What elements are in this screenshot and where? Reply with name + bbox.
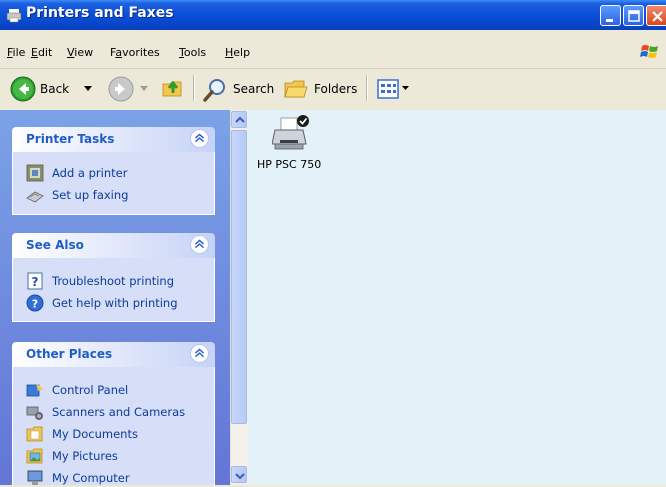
printers-content-area[interactable]: HP PSC 750 xyxy=(248,110,666,485)
close-icon xyxy=(652,11,663,22)
minimize-button[interactable] xyxy=(600,5,621,26)
views-dropdown-icon[interactable] xyxy=(402,86,409,91)
maximize-button[interactable] xyxy=(623,5,644,26)
forward-arrow-icon[interactable] xyxy=(108,76,134,102)
svg-text:?: ? xyxy=(32,298,38,311)
menu-file[interactable]: File xyxy=(7,46,25,59)
menu-help[interactable]: Help xyxy=(225,46,250,59)
chevron-up-icon[interactable] xyxy=(190,344,209,363)
toolbar-separator xyxy=(366,75,368,101)
window-title: Printers and Faxes xyxy=(26,5,174,21)
chevron-up-icon[interactable] xyxy=(190,129,209,148)
back-dropdown-icon[interactable] xyxy=(84,86,92,92)
menu-favorites[interactable]: Favorites xyxy=(110,46,160,59)
other-places-title: Other Places xyxy=(26,347,113,361)
views-icon[interactable] xyxy=(377,78,399,100)
printer-tasks-header[interactable]: Printer Tasks xyxy=(12,127,215,152)
help-circle-icon: ? xyxy=(26,294,44,312)
task-pane-scrollbar[interactable] xyxy=(230,110,248,485)
minimize-icon xyxy=(606,19,613,22)
task-pane: Printer Tasks Add a printer Set up faxin… xyxy=(0,110,230,485)
printer-default-icon xyxy=(272,115,309,150)
title-bar[interactable]: Printers and Faxes xyxy=(0,0,666,30)
search-button[interactable]: Search xyxy=(233,82,274,96)
fax-icon xyxy=(26,191,44,203)
see-also-header[interactable]: See Also xyxy=(12,233,215,258)
back-button[interactable]: Back xyxy=(40,82,69,96)
printer-name: HP PSC 750 xyxy=(257,158,322,171)
back-arrow-icon[interactable] xyxy=(10,76,36,102)
my-computer-icon xyxy=(27,470,43,485)
folders-icon[interactable] xyxy=(283,77,309,101)
printer-tasks-body xyxy=(12,152,215,215)
close-button[interactable] xyxy=(646,5,666,26)
svg-text:?: ? xyxy=(32,275,39,289)
scroll-thumb[interactable] xyxy=(231,130,247,424)
control-panel-icon xyxy=(26,383,43,397)
toolbar-separator xyxy=(193,75,195,101)
scanner-camera-icon xyxy=(26,406,43,420)
folders-button[interactable]: Folders xyxy=(314,82,357,96)
windows-logo-icon xyxy=(640,45,658,58)
my-pictures-icon xyxy=(26,448,43,464)
other-places-header[interactable]: Other Places xyxy=(12,342,215,367)
menu-edit[interactable]: Edit xyxy=(31,46,52,59)
printer-tasks-title: Printer Tasks xyxy=(26,132,115,146)
see-also-body xyxy=(12,258,215,322)
help-book-icon: ? xyxy=(27,272,43,290)
scroll-up-button[interactable] xyxy=(231,111,247,128)
forward-dropdown-icon[interactable] xyxy=(140,86,148,92)
printer-folder-icon xyxy=(6,9,22,23)
menu-tools[interactable]: Tools xyxy=(179,46,206,59)
my-documents-icon xyxy=(26,426,43,442)
chevron-down-icon xyxy=(235,473,245,480)
add-printer-icon xyxy=(26,164,44,182)
chevron-up-icon xyxy=(235,116,245,123)
see-also-title: See Also xyxy=(26,238,84,252)
menu-bar xyxy=(0,30,666,69)
chevron-up-icon[interactable] xyxy=(190,235,209,254)
scroll-down-button[interactable] xyxy=(231,466,247,483)
maximize-icon xyxy=(628,10,640,22)
up-folder-icon[interactable] xyxy=(161,76,185,100)
menu-view[interactable]: View xyxy=(67,46,93,59)
search-icon[interactable] xyxy=(202,77,228,103)
printer-item[interactable]: HP PSC 750 xyxy=(248,110,338,180)
